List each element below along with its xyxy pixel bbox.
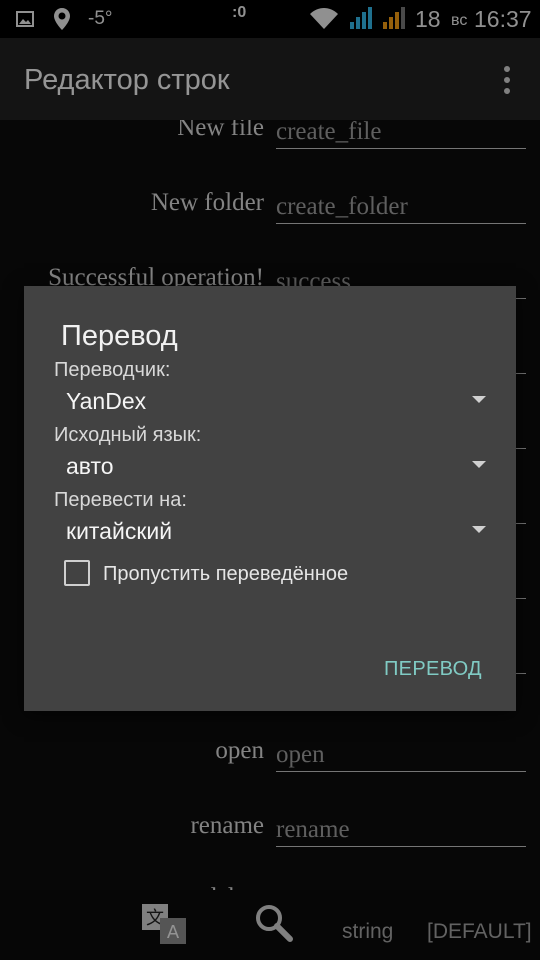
translate-button[interactable]: ПЕРЕВОД <box>384 658 482 681</box>
skip-translated-label[interactable]: Пропустить переведённое <box>103 563 348 586</box>
translator-select[interactable]: YanDex <box>54 384 486 420</box>
target-language-label: Перевести на: <box>54 489 187 511</box>
target-language-select[interactable]: китайский <box>54 514 486 550</box>
source-language-label: Исходный язык: <box>54 424 202 446</box>
source-language-value: авто <box>66 453 114 479</box>
dropdown-arrow-icon <box>472 526 486 533</box>
skip-translated-checkbox[interactable] <box>64 560 90 586</box>
translator-label: Переводчик: <box>54 359 171 381</box>
dropdown-arrow-icon <box>472 396 486 403</box>
translate-dialog: Перевод Переводчик: YanDex Исходный язык… <box>24 286 516 711</box>
source-language-select[interactable]: авто <box>54 449 486 485</box>
dropdown-arrow-icon <box>472 461 486 468</box>
target-language-value: китайский <box>66 518 173 544</box>
translator-value: YanDex <box>66 388 147 414</box>
dialog-title: Перевод <box>61 320 178 352</box>
